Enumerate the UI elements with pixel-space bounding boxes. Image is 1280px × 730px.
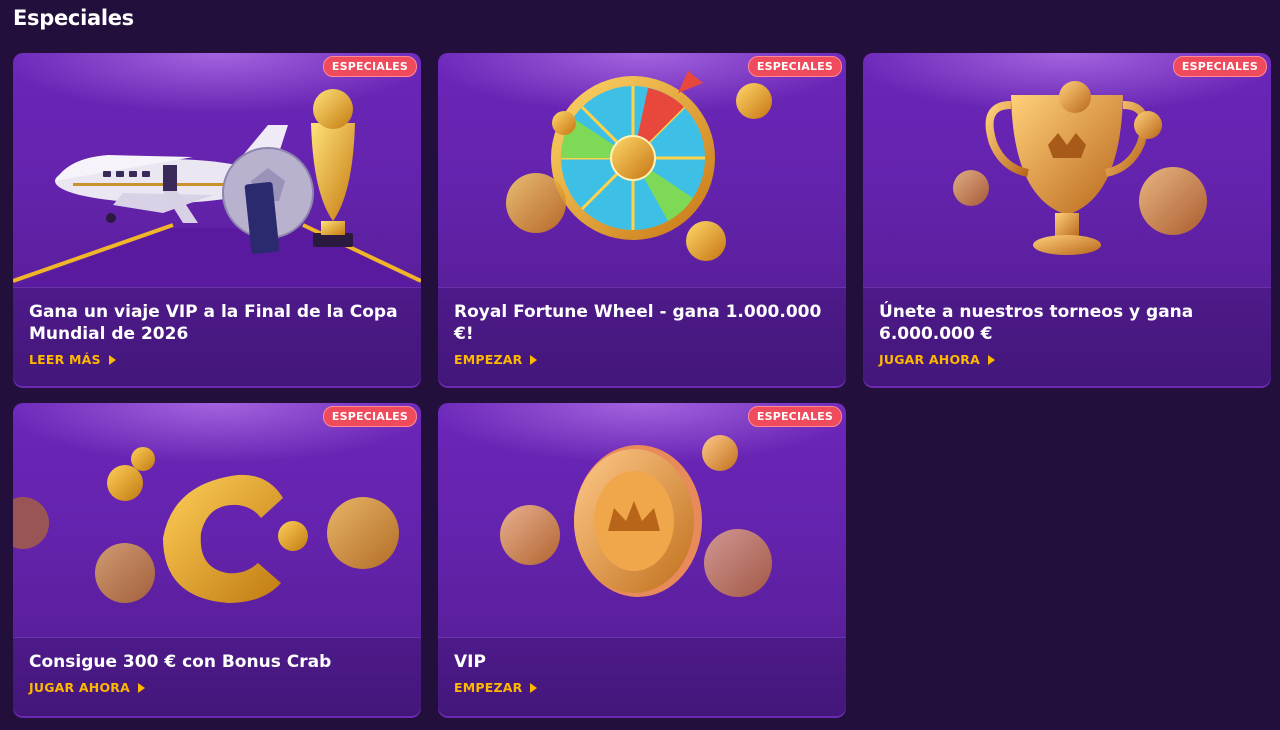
card-body: VIP EMPEZAR [438,637,846,716]
play-arrow-icon [987,354,995,365]
card-title: Únete a nuestros torneos y gana 6.000.00… [879,302,1194,344]
card-title: VIP [454,652,486,672]
card-body: Royal Fortune Wheel - gana 1.000.000 €! … [438,287,846,386]
leer-mas-link[interactable]: LEER MÁS [29,352,116,367]
cta-label: JUGAR AHORA [29,680,130,695]
play-arrow-icon [137,682,145,693]
card-title: Consigue 300 € con Bonus Crab [29,652,332,672]
card-title: Royal Fortune Wheel - gana 1.000.000 €! [454,302,822,344]
especiales-badge: ESPECIALES [747,56,842,77]
cta-label: EMPEZAR [454,680,523,695]
card-body: Únete a nuestros torneos y gana 6.000.00… [863,287,1271,386]
especiales-badge: ESPECIALES [322,406,417,427]
play-arrow-icon [530,354,538,365]
promo-card-tournaments[interactable]: ESPECIALES Únete a nuestros torneos y ga… [863,53,1271,386]
play-arrow-icon [108,354,116,365]
empezar-link[interactable]: EMPEZAR [454,352,538,367]
specials-grid: ESPECIALES Gana un viaje VIP a la Final … [13,53,1271,716]
jugar-ahora-link[interactable]: JUGAR AHORA [879,352,995,367]
promo-card-world-cup[interactable]: ESPECIALES Gana un viaje VIP a la Final … [13,53,421,386]
promo-card-vip[interactable]: ESPECIALES VIP EMPEZAR [438,403,846,716]
card-body: Consigue 300 € con Bonus Crab JUGAR AHOR… [13,637,421,716]
especiales-badge: ESPECIALES [747,406,842,427]
cta-label: EMPEZAR [454,352,523,367]
promo-card-fortune-wheel[interactable]: ESPECIALES Royal Fortune Wheel - gana 1.… [438,53,846,386]
jugar-ahora-link[interactable]: JUGAR AHORA [29,680,145,695]
especiales-badge: ESPECIALES [322,56,417,77]
especiales-badge: ESPECIALES [1172,56,1267,77]
cta-label: JUGAR AHORA [879,352,980,367]
airplane-trophy-image [13,53,421,287]
play-arrow-icon [530,682,538,693]
vip-coin-image [438,403,846,637]
fortune-wheel-image [438,53,846,287]
card-body: Gana un viaje VIP a la Final de la Copa … [13,287,421,386]
empezar-link[interactable]: EMPEZAR [454,680,538,695]
card-title: Gana un viaje VIP a la Final de la Copa … [29,302,398,344]
promo-card-bonus-crab[interactable]: ESPECIALES Consigue 300 € con Bonus Crab… [13,403,421,716]
section-title: Especiales [13,6,134,30]
trophy-coins-image [863,53,1271,287]
crab-logo-image [13,403,421,637]
cta-label: LEER MÁS [29,352,101,367]
